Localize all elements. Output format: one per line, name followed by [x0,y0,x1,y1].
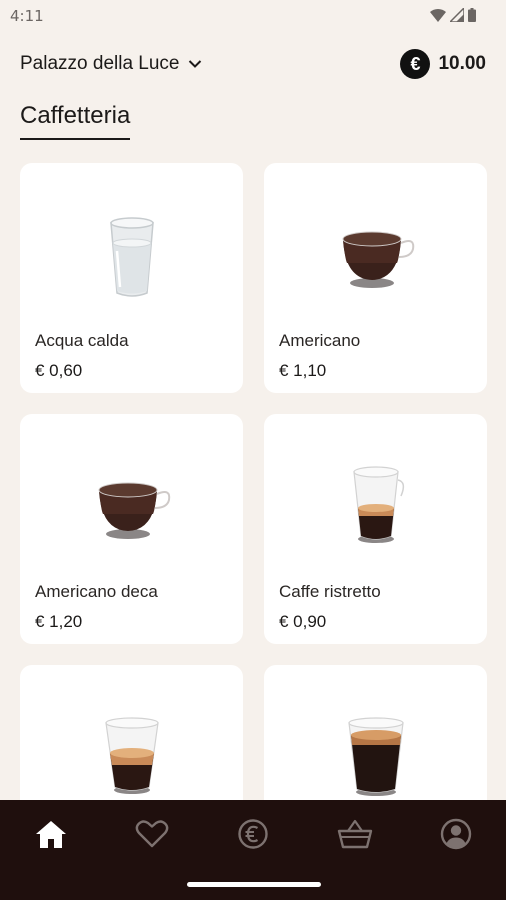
product-card[interactable]: Caffe ristretto € 0,90 [264,414,487,644]
product-price: € 0,60 [35,361,83,380]
product-card[interactable]: Americano deca € 1,20 [20,414,243,644]
signal-icon [450,8,464,22]
ristretto-glass-image [352,466,404,543]
espresso-glass-image [104,717,159,794]
location-name: Palazzo della Luce [20,53,180,74]
nav-wallet[interactable] [233,814,273,854]
status-time: 4:11 [10,7,44,25]
water-glass-image [109,217,154,297]
home-icon [36,821,66,848]
product-name: Americano [279,331,361,350]
americano-cup-image [342,231,414,288]
euro-coin-icon: € [400,49,431,79]
nav-account[interactable] [436,814,476,854]
home-indicator[interactable] [187,882,321,887]
balance-amount: 10.00 [438,53,486,74]
heart-icon [135,820,169,848]
battery-icon [468,8,476,22]
lungo-glass-image [347,717,404,796]
product-name: Caffe ristretto [279,582,381,601]
product-card[interactable]: Americano € 1,10 [264,163,487,393]
product-name: Acqua calda [35,331,129,350]
product-price: € 1,10 [279,361,327,380]
status-icons [430,8,476,22]
header: Palazzo della Luce € 10.00 [20,46,486,82]
americano-deca-cup-image [98,482,170,539]
location-selector[interactable]: Palazzo della Luce [20,53,202,75]
product-price: € 1,20 [35,612,83,631]
wallet-balance[interactable]: € 10.00 [400,49,486,79]
basket-icon [337,819,373,849]
wifi-icon [430,8,446,22]
product-name: Americano deca [35,582,158,601]
euro-icon [238,819,268,849]
product-grid: Acqua calda € 0,60 Americano € 1,10 Amer… [20,163,487,895]
chevron-down-icon [188,60,201,68]
nav-home[interactable] [31,814,71,854]
nav-favorites[interactable] [132,814,172,854]
status-bar: 4:11 [0,0,506,32]
account-icon [440,818,472,850]
nav-basket[interactable] [335,814,375,854]
product-price: € 0,90 [279,612,327,631]
tab-caffetteria[interactable]: Caffetteria [20,102,131,140]
product-card[interactable]: Acqua calda € 0,60 [20,163,243,393]
